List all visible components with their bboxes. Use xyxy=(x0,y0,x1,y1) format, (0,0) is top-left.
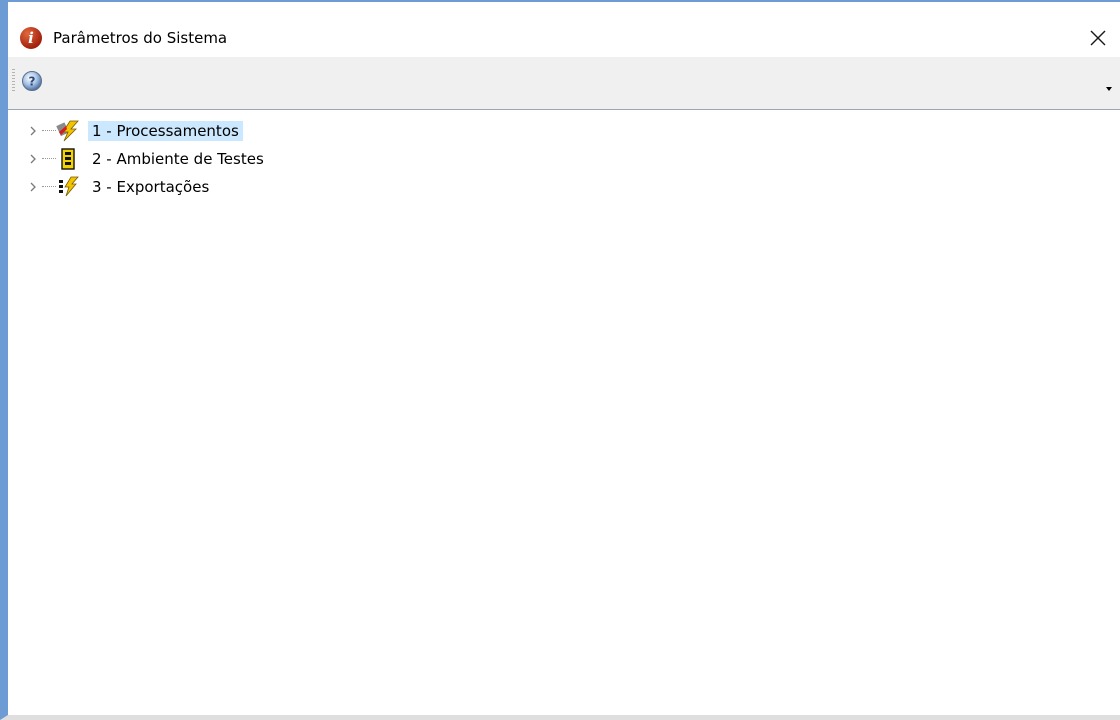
tree-item-exportacoes[interactable]: 3 - Exportações xyxy=(8,175,408,199)
parameters-window: i Parâmetros do Sistema ? 1 - Processame… xyxy=(0,0,1120,720)
close-icon xyxy=(1090,30,1106,46)
close-button[interactable] xyxy=(1084,24,1112,52)
tree-item-label: 1 - Processamentos xyxy=(88,121,243,141)
parameters-tree: 1 - Processamentos 2 - Ambiente de Teste… xyxy=(8,110,1120,715)
tree-connector xyxy=(42,186,56,187)
export-icon xyxy=(59,176,79,197)
tree-item-ambiente-de-testes[interactable]: 2 - Ambiente de Testes xyxy=(8,147,408,171)
window-title: Parâmetros do Sistema xyxy=(53,29,228,47)
help-icon: ? xyxy=(22,71,42,91)
tree-connector xyxy=(42,130,56,131)
toolbar-overflow-button[interactable] xyxy=(1104,79,1114,91)
expand-chevron-icon[interactable] xyxy=(28,180,38,194)
expand-chevron-icon[interactable] xyxy=(28,124,38,138)
svg-text:?: ? xyxy=(29,75,36,89)
tree-connector xyxy=(42,158,56,159)
tree-item-label: 3 - Exportações xyxy=(92,178,210,196)
chevron-down-icon xyxy=(1106,87,1112,91)
toolbar: ? xyxy=(8,57,1120,110)
toolbar-grip[interactable] xyxy=(12,69,15,91)
tree-item-label: 2 - Ambiente de Testes xyxy=(92,150,264,168)
help-button[interactable]: ? xyxy=(21,70,43,92)
info-icon: i xyxy=(20,27,42,49)
expand-chevron-icon[interactable] xyxy=(28,152,38,166)
test-environment-icon xyxy=(61,148,75,170)
processing-icon xyxy=(56,120,79,142)
tree-item-processamentos[interactable]: 1 - Processamentos xyxy=(8,119,408,143)
title-bar[interactable]: i Parâmetros do Sistema xyxy=(8,2,1120,57)
